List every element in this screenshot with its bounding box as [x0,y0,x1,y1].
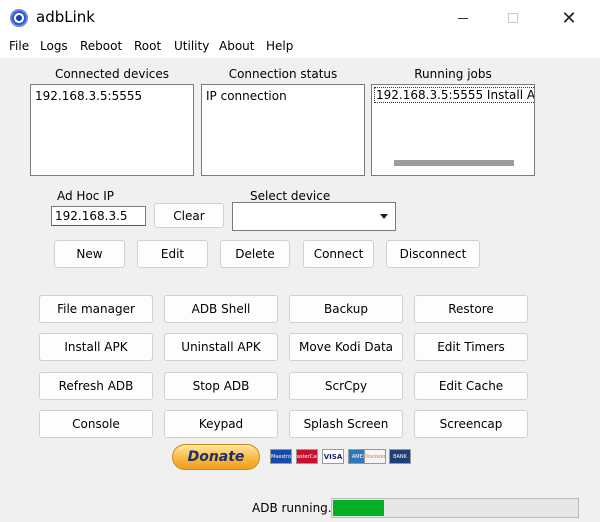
move-kodi-data-button[interactable]: Move Kodi Data [289,333,403,361]
close-icon: ✕ [561,7,577,29]
install-apk-button[interactable]: Install APK [39,333,153,361]
close-button[interactable]: ✕ [546,0,592,36]
new-button[interactable]: New [54,240,125,268]
connection-status-list: IP connection [201,84,365,176]
maximize-icon [508,13,518,23]
select-device-dropdown[interactable] [232,202,396,231]
window-title: adbLink [36,8,95,26]
connection-status-label: Connection status [228,67,338,81]
donate-button[interactable]: Donate [172,444,260,470]
menu-bar: File Logs Reboot Root Utility About Help [0,36,600,58]
adb-shell-button[interactable]: ADB Shell [164,295,278,323]
mastercard-icon: MasterCard [296,449,318,464]
discover-card-icon: Discover [364,449,386,464]
disconnect-button[interactable]: Disconnect [386,240,480,268]
progress-fill [333,500,384,516]
edit-timers-button[interactable]: Edit Timers [414,333,528,361]
menu-help[interactable]: Help [266,39,293,53]
list-item[interactable]: 192.168.3.5:5555 Install APK [374,87,534,103]
edit-cache-button[interactable]: Edit Cache [414,372,528,400]
uninstall-apk-button[interactable]: Uninstall APK [164,333,278,361]
backup-button[interactable]: Backup [289,295,403,323]
menu-file[interactable]: File [9,39,29,53]
adhoc-ip-label: Ad Hoc IP [57,189,114,203]
running-jobs-list[interactable]: 192.168.3.5:5555 Install APK [371,84,535,176]
running-jobs-label: Running jobs [414,67,492,81]
menu-root[interactable]: Root [134,39,161,53]
connect-button[interactable]: Connect [303,240,374,268]
adhoc-ip-input[interactable]: 192.168.3.5 [51,206,146,226]
select-device-label: Select device [250,189,331,203]
maestro-card-icon: Maestro [270,449,292,464]
menu-utility[interactable]: Utility [174,39,209,53]
progress-bar [331,498,579,518]
title-bar: adbLink ✕ [0,0,600,36]
list-item[interactable]: 192.168.3.5:5555 [35,89,189,103]
connected-devices-label: Connected devices [54,67,170,81]
stop-adb-button[interactable]: Stop ADB [164,372,278,400]
splash-screen-button[interactable]: Splash Screen [289,410,403,438]
file-manager-button[interactable]: File manager [39,295,153,323]
maximize-button[interactable] [490,0,536,36]
menu-reboot[interactable]: Reboot [80,39,122,53]
minimize-icon [458,17,468,19]
adblink-logo-icon [10,9,28,27]
clear-button[interactable]: Clear [154,203,224,228]
refresh-adb-button[interactable]: Refresh ADB [39,372,153,400]
chevron-down-icon [380,214,388,219]
bank-icon: BANK [389,449,411,464]
status-text: ADB running. [252,501,332,515]
list-item: IP connection [206,89,287,103]
keypad-button[interactable]: Keypad [164,410,278,438]
visa-card-icon: VISA [322,449,344,464]
horizontal-scrollbar[interactable] [394,160,514,166]
minimize-button[interactable] [440,0,486,36]
console-button[interactable]: Console [39,410,153,438]
screencap-button[interactable]: Screencap [414,410,528,438]
menu-logs[interactable]: Logs [40,39,68,53]
scrcpy-button[interactable]: ScrCpy [289,372,403,400]
edit-button[interactable]: Edit [137,240,208,268]
connected-devices-list[interactable]: 192.168.3.5:5555 [30,84,194,176]
menu-about[interactable]: About [219,39,254,53]
delete-button[interactable]: Delete [220,240,290,268]
restore-button[interactable]: Restore [414,295,528,323]
